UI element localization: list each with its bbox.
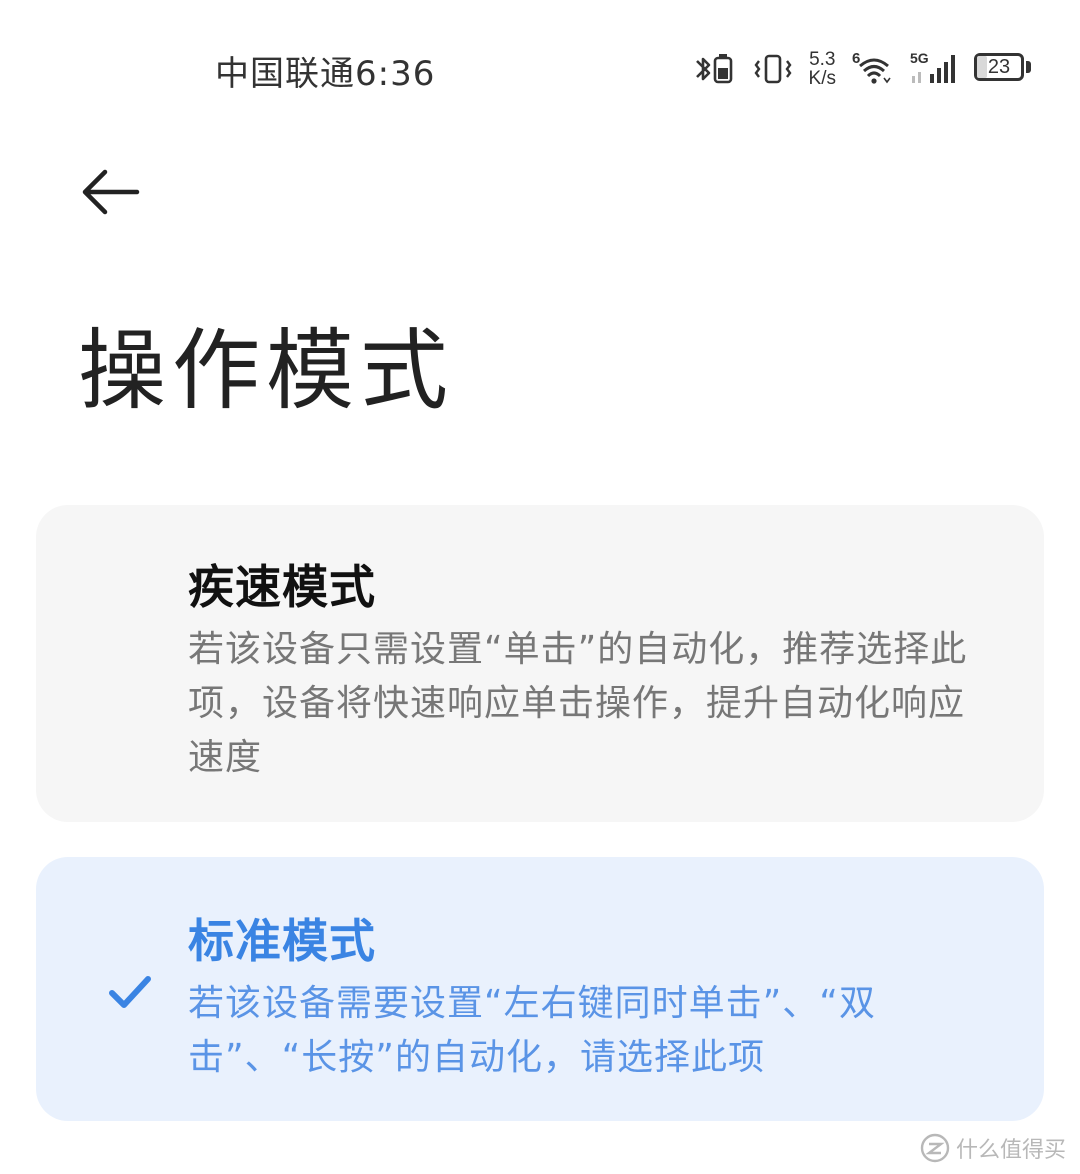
net-speed-unit: K/s — [808, 68, 836, 89]
option-fast-mode[interactable]: 疾速模式 若该设备只需设置“单击”的自动化，推荐选择此项，设备将快速响应单击操作… — [36, 505, 1044, 822]
option-standard-mode[interactable]: 标准模式 若该设备需要设置“左右键同时单击”、“双击”、“长按”的自动化，请选择… — [36, 857, 1044, 1121]
option-description: 若该设备只需设置“单击”的自动化，推荐选择此项，设备将快速响应单击操作，提升自动… — [188, 629, 968, 778]
option-title: 疾速模式 — [188, 560, 376, 614]
bluetooth-icon — [693, 52, 737, 86]
battery-icon: 23 — [974, 53, 1032, 85]
option-title: 标准模式 — [188, 914, 376, 968]
clock: 6:36 — [355, 54, 436, 94]
page-title: 操作模式 — [78, 319, 455, 422]
back-arrow-icon — [82, 169, 140, 215]
status-icons: 5.3 K/s 6 5G 23 — [693, 44, 1032, 94]
option-description: 若该设备需要设置“左右键同时单击”、“双击”、“长按”的自动化，请选择此项 — [188, 983, 876, 1078]
net-speed-value: 5.3 — [809, 49, 836, 70]
carrier-time: 中国联通6:36 — [215, 46, 435, 95]
vibrate-icon — [753, 52, 793, 86]
watermark: 什么值得买 — [920, 1132, 1066, 1164]
net-speed: 5.3 K/s — [809, 50, 836, 88]
battery-level: 23 — [987, 56, 1011, 78]
screen: 中国联通6:36 5.3 K/s 6 5G 23 操作模式 疾速模式 若该设备只… — [0, 0, 1080, 1174]
wifi-icon: 6 — [852, 50, 894, 86]
carrier-name: 中国联通 — [215, 54, 355, 94]
back-button[interactable] — [72, 160, 148, 224]
battery-cap — [1026, 61, 1031, 73]
signal-icon: 5G — [910, 50, 958, 86]
watermark-text: 什么值得买 — [955, 1138, 1066, 1163]
status-bar: 中国联通6:36 5.3 K/s 6 5G 23 — [0, 0, 1080, 140]
zhi-logo-icon — [920, 1133, 950, 1163]
checkmark-icon — [109, 976, 151, 1008]
